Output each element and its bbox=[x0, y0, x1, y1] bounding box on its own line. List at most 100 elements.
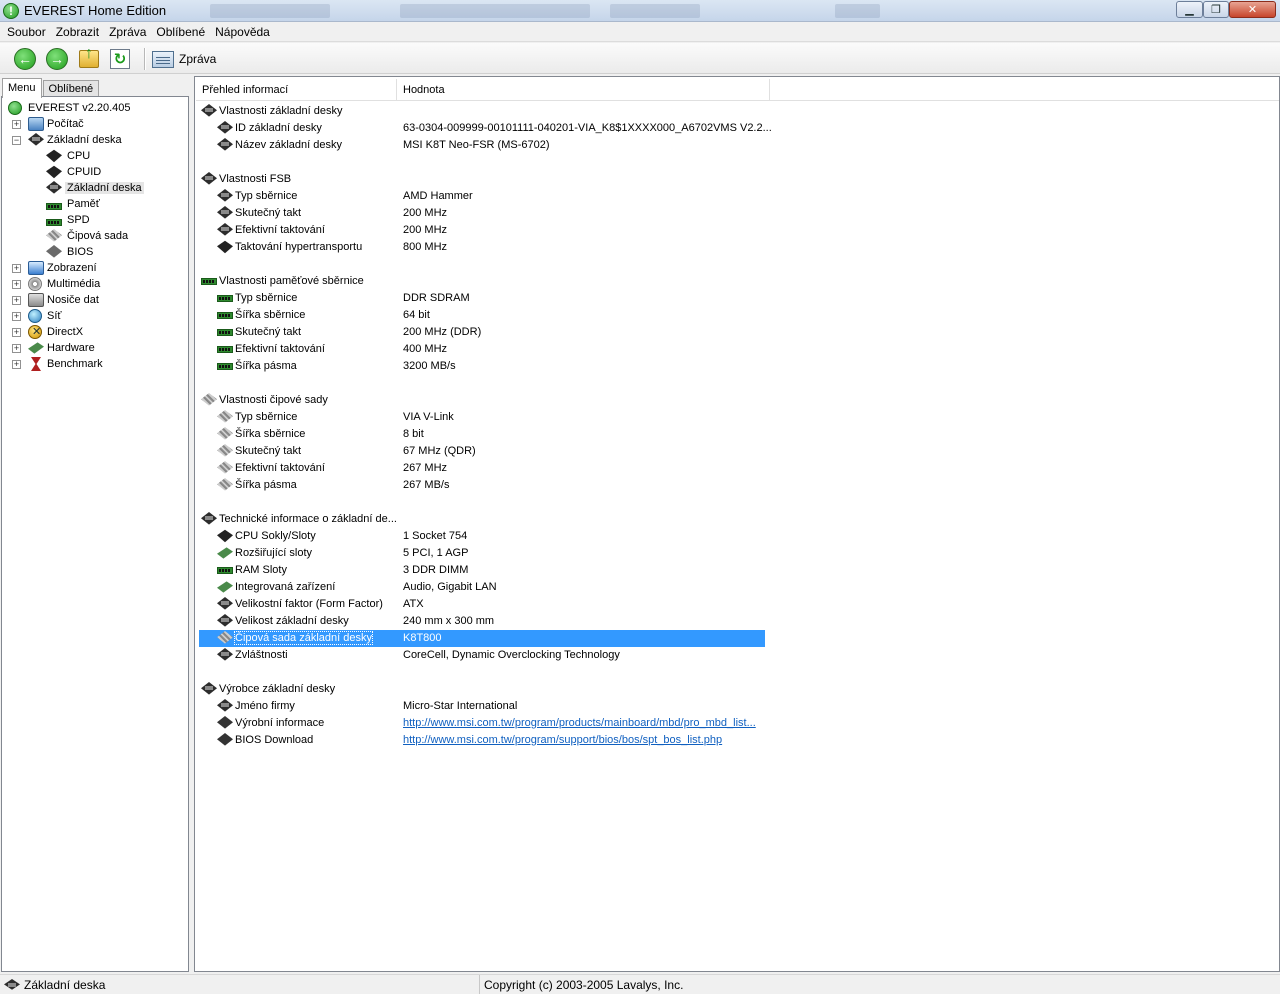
table-row[interactable]: CPU Sokly/Sloty 1 Socket 754 bbox=[199, 528, 765, 545]
everest-icon bbox=[8, 101, 22, 115]
collapse-minus-icon[interactable]: − bbox=[12, 135, 21, 145]
menu-zprava[interactable]: Zpráva bbox=[104, 22, 151, 42]
expand-plus-icon[interactable]: + bbox=[12, 311, 21, 321]
menu-soubor[interactable]: Soubor bbox=[2, 22, 51, 42]
cpu-icon bbox=[46, 165, 62, 179]
section-header[interactable]: Vlastnosti základní desky bbox=[199, 103, 765, 120]
expand-plus-icon[interactable]: + bbox=[12, 279, 21, 289]
motherboard-icon bbox=[4, 979, 20, 990]
table-row[interactable]: Šířka sběrnice 8 bit bbox=[199, 426, 765, 443]
expansion-card-icon bbox=[217, 547, 233, 559]
table-row[interactable]: Typ sběrnice VIA V-Link bbox=[199, 409, 765, 426]
menu-oblibene[interactable]: Oblíbené bbox=[151, 22, 210, 42]
panel-tabs: Menu Oblíbené bbox=[2, 78, 100, 98]
field-value: VIA V-Link bbox=[403, 411, 454, 423]
table-row[interactable]: Výrobní informace http://www.msi.com.tw/… bbox=[199, 715, 765, 732]
field-label: Šířka pásma bbox=[235, 479, 297, 491]
section-title: Vlastnosti čipové sady bbox=[219, 394, 328, 406]
section-title: Technické informace o základní de... bbox=[219, 513, 397, 525]
section-header[interactable]: Vlastnosti paměťové sběrnice bbox=[199, 273, 765, 290]
table-row[interactable]: Šířka pásma 267 MB/s bbox=[199, 477, 765, 494]
table-row[interactable]: Typ sběrnice DDR SDRAM bbox=[199, 290, 765, 307]
motherboard-icon bbox=[217, 223, 233, 236]
field-value: Micro-Star International bbox=[403, 700, 518, 712]
arrow-left-icon: ← bbox=[14, 48, 36, 70]
table-row[interactable]: BIOS Download http://www.msi.com.tw/prog… bbox=[199, 732, 765, 749]
column-header-value[interactable]: Hodnota bbox=[397, 79, 770, 101]
expand-plus-icon[interactable]: + bbox=[12, 343, 21, 353]
table-row[interactable]: Velikost základní desky 240 mm x 300 mm bbox=[199, 613, 765, 630]
table-row[interactable]: Šířka pásma 3200 MB/s bbox=[199, 358, 765, 375]
table-row[interactable]: Zvláštnosti CoreCell, Dynamic Overclocki… bbox=[199, 647, 765, 664]
field-label: Čipová sada základní desky bbox=[234, 631, 373, 645]
expand-plus-icon[interactable]: + bbox=[12, 263, 21, 273]
expand-plus-icon[interactable]: + bbox=[12, 295, 21, 305]
table-row[interactable]: Název základní desky MSI K8T Neo-FSR (MS… bbox=[199, 137, 765, 154]
field-label: Šířka sběrnice bbox=[235, 428, 306, 440]
expand-plus-icon[interactable]: + bbox=[12, 359, 21, 369]
menu-zobrazit[interactable]: Zobrazit bbox=[51, 22, 104, 42]
refresh-button[interactable]: ↻ bbox=[108, 47, 132, 71]
memory-icon bbox=[201, 278, 217, 285]
expand-plus-icon[interactable]: + bbox=[12, 119, 21, 129]
table-row[interactable]: Efektivní taktování 267 MHz bbox=[199, 460, 765, 477]
table-row[interactable]: Jméno firmy Micro-Star International bbox=[199, 698, 765, 715]
motherboard-icon bbox=[217, 597, 233, 610]
field-label: Výrobní informace bbox=[235, 717, 325, 729]
cpu-icon bbox=[217, 529, 233, 543]
forward-button[interactable]: → bbox=[45, 47, 69, 71]
minimize-button[interactable]: ▁ bbox=[1176, 1, 1203, 18]
tab-menu[interactable]: Menu bbox=[2, 78, 42, 98]
section-header[interactable]: Vlastnosti čipové sady bbox=[199, 392, 765, 409]
field-value: 200 MHz bbox=[403, 207, 448, 219]
tree-item-label: Základní deska bbox=[65, 182, 144, 194]
section-title: Vlastnosti paměťové sběrnice bbox=[219, 275, 364, 287]
up-button[interactable] bbox=[77, 45, 101, 71]
table-row[interactable]: Efektivní taktování 400 MHz bbox=[199, 341, 765, 358]
multimedia-icon bbox=[28, 277, 42, 291]
table-row-selected[interactable]: Čipová sada základní desky K8T800 bbox=[199, 630, 765, 647]
tree-item-label: Benchmark bbox=[47, 358, 103, 370]
directx-icon bbox=[28, 325, 42, 339]
close-button[interactable]: ✕ bbox=[1229, 1, 1276, 18]
table-row[interactable]: Šířka sběrnice 64 bit bbox=[199, 307, 765, 324]
tree-item-label: CPUID bbox=[67, 166, 102, 178]
maximize-button[interactable]: ❐ bbox=[1203, 1, 1229, 18]
table-row[interactable]: Skutečný takt 200 MHz bbox=[199, 205, 765, 222]
table-row[interactable]: Skutečný takt 200 MHz (DDR) bbox=[199, 324, 765, 341]
section-header[interactable]: Vlastnosti FSB bbox=[199, 171, 765, 188]
field-label: Typ sběrnice bbox=[235, 190, 298, 202]
table-row[interactable]: ID základní desky 63-0304-009999-0010111… bbox=[199, 120, 772, 137]
memory-icon bbox=[217, 295, 233, 302]
back-button[interactable]: ← bbox=[13, 47, 37, 71]
bios-download-link[interactable]: http://www.msi.com.tw/program/support/bi… bbox=[403, 734, 722, 746]
section-header[interactable]: Výrobce základní desky bbox=[199, 681, 765, 698]
section-header[interactable]: Technické informace o základní de... bbox=[199, 511, 765, 528]
table-row[interactable]: Skutečný takt 67 MHz (QDR) bbox=[199, 443, 765, 460]
hardware-icon bbox=[217, 581, 233, 593]
product-info-link[interactable]: http://www.msi.com.tw/program/products/m… bbox=[403, 717, 756, 729]
field-label: Skutečný takt bbox=[235, 326, 302, 338]
tree-item-label: Základní deska bbox=[47, 134, 122, 146]
window-title: EVEREST Home Edition bbox=[24, 3, 167, 18]
table-row[interactable]: Rozšiřující sloty 5 PCI, 1 AGP bbox=[199, 545, 765, 562]
table-row[interactable]: Taktování hypertransportu 800 MHz bbox=[199, 239, 765, 256]
table-row[interactable]: Integrovaná zařízení Audio, Gigabit LAN bbox=[199, 579, 765, 596]
details-panel: Přehled informací Hodnota Vlastnosti zák… bbox=[194, 76, 1280, 972]
field-label: Název základní desky bbox=[235, 139, 342, 151]
web-link-icon bbox=[217, 716, 233, 729]
report-button[interactable]: Zpráva bbox=[152, 48, 216, 70]
field-value: 3 DDR DIMM bbox=[403, 564, 469, 576]
expand-plus-icon[interactable]: + bbox=[12, 327, 21, 337]
column-header-field[interactable]: Přehled informací bbox=[196, 79, 397, 101]
tree-item-label: Multimédia bbox=[47, 278, 101, 290]
table-row[interactable]: RAM Sloty 3 DDR DIMM bbox=[199, 562, 765, 579]
table-row[interactable]: Velikostní faktor (Form Factor) ATX bbox=[199, 596, 765, 613]
menu-napoveda[interactable]: Nápověda bbox=[210, 22, 275, 42]
field-value: 8 bit bbox=[403, 428, 424, 440]
table-row[interactable]: Efektivní taktování 200 MHz bbox=[199, 222, 765, 239]
table-row[interactable]: Typ sběrnice AMD Hammer bbox=[199, 188, 765, 205]
field-value: 267 MB/s bbox=[403, 479, 450, 491]
motherboard-icon bbox=[217, 121, 233, 134]
memory-icon bbox=[217, 346, 233, 353]
